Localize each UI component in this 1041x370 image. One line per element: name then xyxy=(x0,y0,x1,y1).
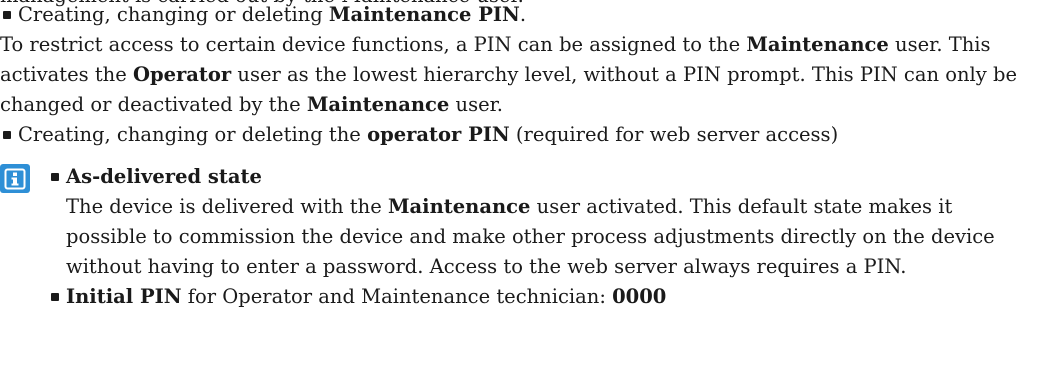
note-item-text: Initial PIN for Operator and Maintenance… xyxy=(66,285,667,308)
note-item: As-delivered state The device is deliver… xyxy=(48,162,1033,282)
pin-list: Creating, changing or deleting Maintenan… xyxy=(0,0,1035,150)
list-item-description: To restrict access to certain device fun… xyxy=(0,33,1018,116)
note-block: As-delivered state The device is deliver… xyxy=(48,162,1033,312)
note-item: Initial PIN for Operator and Maintenance… xyxy=(48,282,1033,312)
note-item-description: The device is delivered with the Mainten… xyxy=(66,195,995,278)
list-item: Creating, changing or deleting the opera… xyxy=(0,120,1035,150)
list-item-heading: Creating, changing or deleting Maintenan… xyxy=(18,3,527,26)
list-item: Creating, changing or deleting Maintenan… xyxy=(0,0,1035,120)
note-item-heading: As-delivered state xyxy=(66,165,262,188)
info-glyph-icon xyxy=(4,168,26,189)
info-icon xyxy=(0,164,30,193)
list-item-heading: Creating, changing or deleting the opera… xyxy=(18,123,839,146)
